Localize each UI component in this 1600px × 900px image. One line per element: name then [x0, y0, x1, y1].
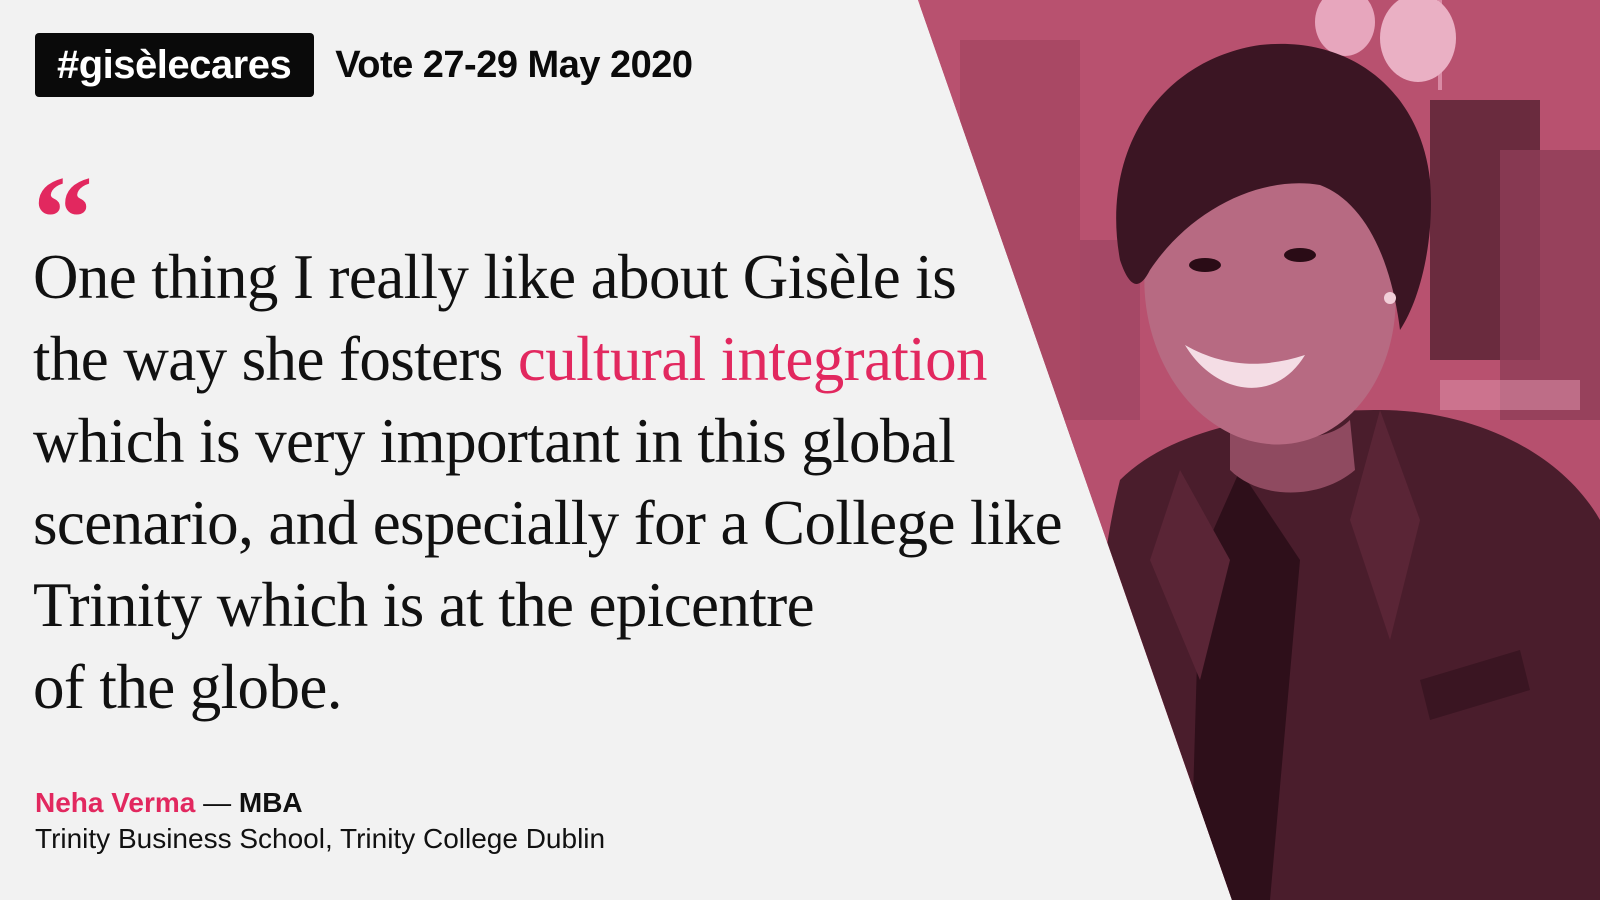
quote-line: the way she fosters cultural integration — [33, 318, 1093, 400]
attribution: Neha Verma — MBA Trinity Business School… — [35, 785, 605, 857]
quote-line-text: the way she fosters — [33, 324, 518, 394]
vote-date-text: Vote 27-29 May 2020 — [335, 43, 693, 86]
quote-line: which is very important in this global — [33, 406, 956, 476]
quote-text: One thing I really like about Gisèle is … — [33, 236, 1093, 728]
quote-line: Trinity which is at the epicentre — [33, 570, 815, 640]
hashtag-badge: #gisèlecares — [35, 33, 315, 97]
quote-line: One thing I really like about Gisèle is — [33, 242, 957, 312]
attribution-separator: — — [195, 787, 239, 818]
author-program: MBA — [238, 787, 303, 818]
quote-line: scenario, and especially for a College l… — [33, 488, 1063, 558]
header: #gisèlecares Vote 27-29 May 2020 — [35, 33, 693, 97]
quote-line: of the globe. — [33, 652, 342, 722]
author-name: Neha Verma — [35, 787, 196, 818]
highlighted-phrase: cultural integration — [517, 324, 988, 394]
author-institution: Trinity Business School, Trinity College… — [35, 823, 606, 854]
attribution-line: Neha Verma — MBA — [35, 785, 605, 821]
